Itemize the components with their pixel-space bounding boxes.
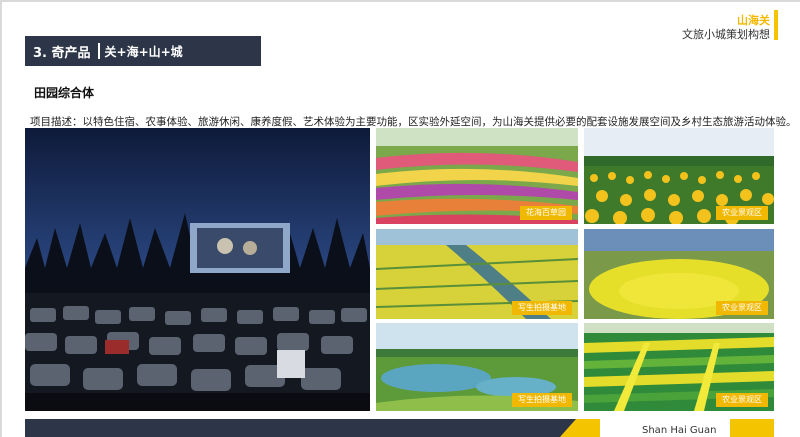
top-frame-line — [0, 0, 800, 2]
section-title: 3. 奇产品 — [33, 45, 91, 61]
photo-tag: 花海百草园 — [520, 206, 572, 220]
section-subtitle: 关+海+山+城 — [104, 44, 183, 59]
brand-subtitle: 文旅小城策划构想 — [682, 28, 770, 41]
project-description: 项目描述：以特色住宿、农事体验、旅游休闲、康养度假、艺术体验为主要功能，区实验外… — [30, 116, 797, 128]
brand-name: 山海关 — [737, 14, 770, 27]
photo-tag: 农业景观区 — [716, 393, 768, 407]
striped-farmland-photo: 农业景观区 — [584, 323, 774, 411]
section-divider — [97, 43, 100, 59]
footer-accent-block — [730, 419, 774, 437]
canal-rapeseed-photo: 写生拍摄基地 — [376, 229, 578, 319]
flower-field-photo: 花海百草园 — [376, 128, 578, 224]
sunflower-field-photo: 农业景观区 — [584, 128, 774, 224]
photo-tag: 写生拍摄基地 — [512, 301, 572, 315]
subheading: 田园综合体 — [34, 86, 95, 100]
lake-park-photo: 写生拍摄基地 — [376, 323, 578, 411]
brand-block: 山海关 文旅小城策划构想 — [682, 14, 770, 42]
drive-in-cinema-photo — [25, 128, 370, 411]
footer-bar — [25, 419, 600, 437]
photo-tag: 写生拍摄基地 — [512, 393, 572, 407]
section-title-banner: 3. 奇产品 关+海+山+城 — [25, 36, 261, 66]
rapeseed-field-photo: 农业景观区 — [584, 229, 774, 319]
footer-text: Shan Hai Guan — [642, 425, 717, 436]
photo-tag: 农业景观区 — [716, 301, 768, 315]
brand-accent-bar — [774, 10, 778, 40]
photo-tag: 农业景观区 — [716, 206, 768, 220]
left-frame-line — [0, 0, 2, 437]
